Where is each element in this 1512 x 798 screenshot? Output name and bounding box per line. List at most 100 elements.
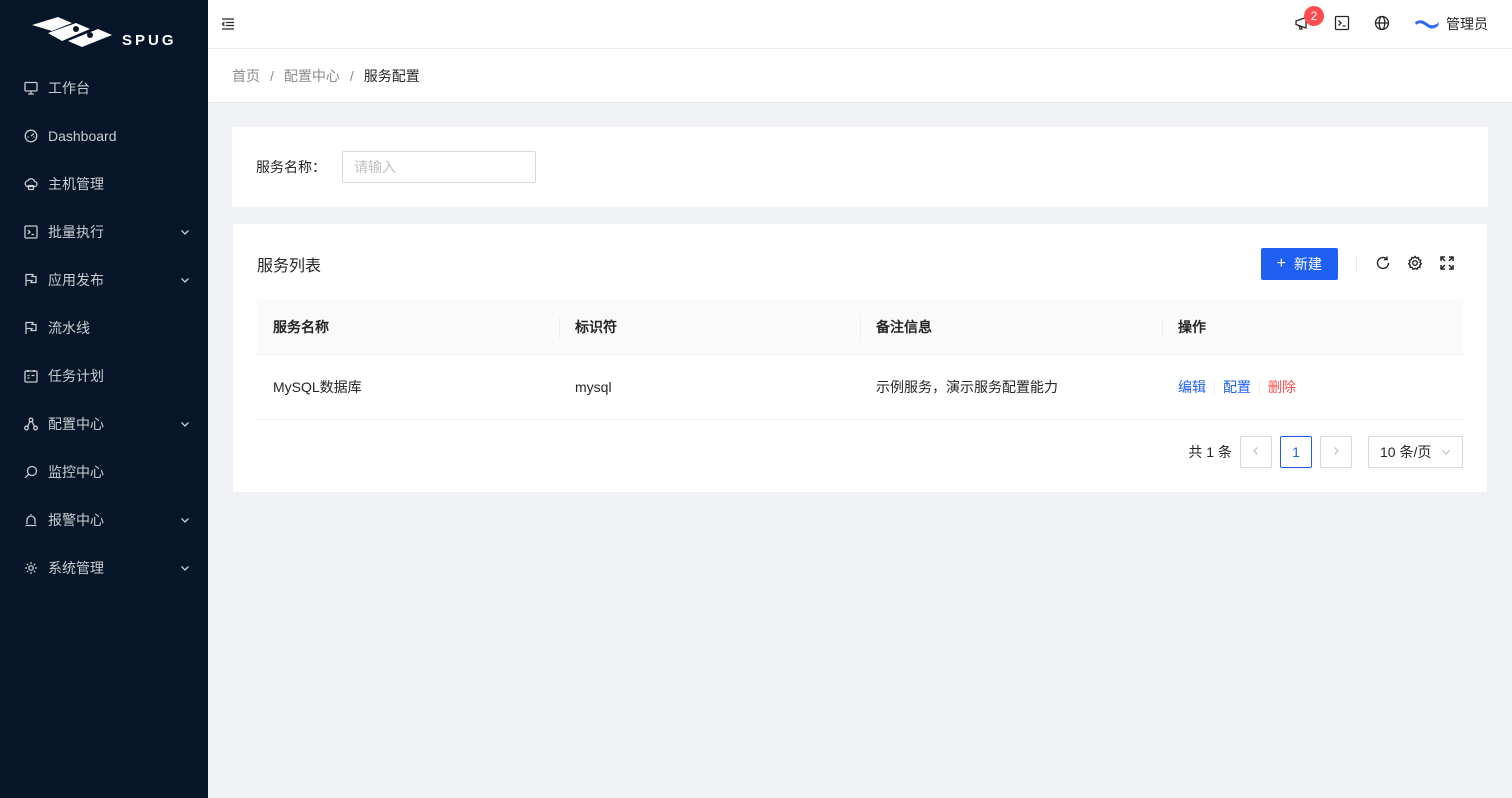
sidebar-item-label: 流水线 bbox=[48, 320, 90, 336]
setting-icon bbox=[24, 561, 38, 575]
app-logo[interactable]: SPUG bbox=[0, 0, 208, 64]
chevron-down-icon bbox=[180, 275, 190, 285]
pagination-total: 共 1 条 bbox=[1188, 444, 1232, 460]
new-service-button[interactable]: + 新建 bbox=[1260, 248, 1338, 280]
code-icon bbox=[24, 225, 38, 239]
sidebar: SPUG 工作台 Dashboard 主机管理 批量执行 应用发布 流水线 任务… bbox=[0, 0, 208, 798]
sidebar-item-dashboard[interactable]: Dashboard bbox=[0, 112, 208, 160]
chevron-down-icon bbox=[1441, 444, 1451, 460]
sidebar-item-batch-exec[interactable]: 批量执行 bbox=[0, 208, 208, 256]
service-list-card: 服务列表 + 新建 服务名称 标识符 备注信息 操作 MySQL数据库 mysq… bbox=[233, 224, 1487, 492]
delete-link[interactable]: 删除 bbox=[1268, 379, 1296, 395]
breadcrumb-home[interactable]: 首页 bbox=[232, 66, 260, 86]
sidebar-item-workbench[interactable]: 工作台 bbox=[0, 64, 208, 112]
sidebar-item-hosts[interactable]: 主机管理 bbox=[0, 160, 208, 208]
sidebar-item-pipeline[interactable]: 流水线 bbox=[0, 304, 208, 352]
flag-icon bbox=[24, 321, 38, 335]
page-item-1[interactable]: 1 bbox=[1280, 436, 1312, 468]
new-button-label: 新建 bbox=[1294, 256, 1322, 272]
page-size-select[interactable]: 10 条/页 bbox=[1368, 436, 1463, 468]
column-header-key: 标识符 bbox=[559, 300, 860, 355]
page-size-value: 10 条/页 bbox=[1380, 444, 1432, 460]
dashboard-icon bbox=[24, 129, 38, 143]
plus-icon: + bbox=[1276, 255, 1286, 272]
toolbar-divider bbox=[1356, 256, 1357, 272]
header-actions: 2 管理员 bbox=[1282, 0, 1488, 48]
notification-button[interactable]: 2 bbox=[1282, 0, 1324, 48]
spug-logo-icon bbox=[28, 15, 116, 49]
sidebar-item-label: 配置中心 bbox=[48, 416, 104, 432]
alert-icon bbox=[24, 513, 38, 527]
service-name-search-input[interactable] bbox=[342, 151, 536, 183]
sidebar-item-label: 主机管理 bbox=[48, 176, 104, 192]
sidebar-item-monitor[interactable]: 监控中心 bbox=[0, 448, 208, 496]
menu-fold-icon[interactable] bbox=[220, 16, 236, 32]
search-card: 服务名称： bbox=[232, 127, 1488, 207]
cell-service-name: MySQL数据库 bbox=[257, 354, 559, 420]
flag-icon bbox=[24, 273, 38, 287]
action-divider bbox=[1214, 380, 1215, 395]
sidebar-item-label: Dashboard bbox=[48, 128, 117, 144]
setting-icon bbox=[1407, 254, 1423, 274]
cell-service-key: mysql bbox=[559, 354, 860, 420]
user-menu[interactable]: 管理员 bbox=[1414, 14, 1488, 34]
cell-actions: 编辑 配置 删除 bbox=[1162, 354, 1463, 420]
column-header-name: 服务名称 bbox=[257, 300, 559, 355]
reload-icon bbox=[1375, 255, 1391, 274]
avatar bbox=[1414, 17, 1440, 31]
breadcrumb: 首页 / 配置中心 / 服务配置 bbox=[208, 49, 1512, 103]
table-header-row: 服务名称 标识符 备注信息 操作 bbox=[257, 300, 1463, 355]
table-row: MySQL数据库 mysql 示例服务，演示服务配置能力 编辑 配置 删除 bbox=[257, 354, 1463, 420]
pagination: 共 1 条 1 10 条/页 bbox=[1188, 436, 1463, 468]
sidebar-item-deploy[interactable]: 应用发布 bbox=[0, 256, 208, 304]
sidebar-item-label: 工作台 bbox=[48, 80, 90, 96]
next-page-button[interactable] bbox=[1320, 436, 1352, 468]
logo-text: SPUG bbox=[122, 31, 177, 49]
chevron-right-icon bbox=[1332, 445, 1340, 459]
user-name: 管理员 bbox=[1446, 16, 1488, 32]
language-button[interactable] bbox=[1362, 0, 1402, 48]
sidebar-item-label: 应用发布 bbox=[48, 272, 104, 288]
terminal-icon bbox=[1334, 15, 1350, 34]
sidebar-item-label: 系统管理 bbox=[48, 560, 104, 576]
chevron-down-icon bbox=[180, 563, 190, 573]
chevron-left-icon bbox=[1252, 445, 1260, 459]
desktop-icon bbox=[24, 81, 38, 95]
column-settings-button[interactable] bbox=[1399, 248, 1431, 280]
chevron-down-icon bbox=[180, 419, 190, 429]
sidebar-item-label: 报警中心 bbox=[48, 512, 104, 528]
prev-page-button[interactable] bbox=[1240, 436, 1272, 468]
edit-link[interactable]: 编辑 bbox=[1178, 379, 1206, 395]
cell-service-desc: 示例服务，演示服务配置能力 bbox=[860, 354, 1162, 420]
breadcrumb-current: 服务配置 bbox=[363, 67, 420, 84]
breadcrumb-separator: / bbox=[270, 67, 274, 84]
terminal-button[interactable] bbox=[1322, 0, 1362, 48]
top-header: 2 管理员 bbox=[208, 0, 1512, 49]
reload-button[interactable] bbox=[1367, 248, 1399, 280]
sidebar-item-label: 批量执行 bbox=[48, 224, 104, 240]
sidebar-item-alarm[interactable]: 报警中心 bbox=[0, 496, 208, 544]
fullscreen-button[interactable] bbox=[1431, 248, 1463, 280]
sidebar-item-label: 任务计划 bbox=[48, 368, 104, 384]
config-link[interactable]: 配置 bbox=[1223, 379, 1251, 395]
fullscreen-icon bbox=[1440, 255, 1454, 273]
sidebar-item-config-center[interactable]: 配置中心 bbox=[0, 400, 208, 448]
sidebar-item-system[interactable]: 系统管理 bbox=[0, 544, 208, 592]
service-table: 服务名称 标识符 备注信息 操作 MySQL数据库 mysql 示例服务，演示服… bbox=[257, 300, 1463, 420]
chevron-down-icon bbox=[180, 515, 190, 525]
column-header-actions: 操作 bbox=[1162, 300, 1463, 355]
cloud-server-icon bbox=[24, 177, 38, 191]
sidebar-menu: 工作台 Dashboard 主机管理 批量执行 应用发布 流水线 任务计划 配置… bbox=[0, 64, 208, 592]
deployment-unit-icon bbox=[24, 417, 38, 431]
column-header-desc: 备注信息 bbox=[860, 300, 1162, 355]
sidebar-item-schedule[interactable]: 任务计划 bbox=[0, 352, 208, 400]
action-divider bbox=[1259, 380, 1260, 395]
schedule-icon bbox=[24, 369, 38, 383]
monitor-icon bbox=[24, 465, 38, 479]
table-title: 服务列表 bbox=[257, 258, 322, 275]
globe-icon bbox=[1374, 15, 1390, 34]
breadcrumb-config-center[interactable]: 配置中心 bbox=[284, 66, 340, 86]
table-toolbar: 服务列表 + 新建 bbox=[257, 248, 1463, 280]
chevron-down-icon bbox=[180, 227, 190, 237]
notification-badge: 2 bbox=[1304, 6, 1324, 26]
